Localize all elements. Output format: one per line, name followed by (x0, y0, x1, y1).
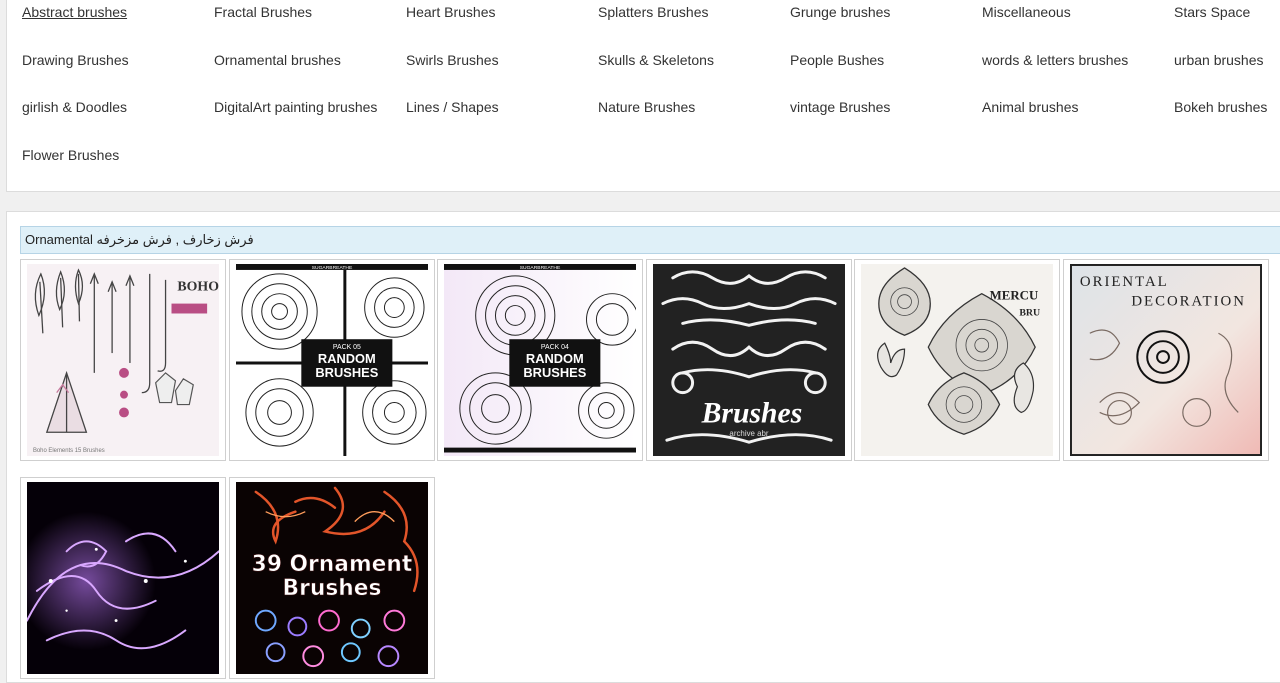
pack04-random: RANDOM (526, 351, 584, 366)
thumbnail-mercury-brushes[interactable]: MERCU BRU (854, 259, 1060, 461)
boho-title: BOHO (177, 279, 219, 294)
mercury-artwork: MERCU BRU (877, 267, 1040, 435)
category-link-nature[interactable]: Nature Brushes (598, 91, 790, 139)
oriental-title: ORIENTAL (1080, 274, 1169, 290)
thumbnail-oriental-decoration[interactable]: ORIENTAL DECORATION (1063, 259, 1269, 461)
category-link-animal[interactable]: Animal brushes (982, 91, 1174, 139)
oriental-decoration-artwork: ORIENTAL DECORATION (1070, 264, 1262, 456)
category-link-heart[interactable]: Heart Brushes (406, 0, 598, 44)
category-link-urban[interactable]: urban brushes (1174, 44, 1280, 92)
category-link-grunge[interactable]: Grunge brushes (790, 0, 982, 44)
category-link-miscellaneous[interactable]: Miscellaneous (982, 0, 1174, 44)
categories-panel: Abstract brushes Fractal Brushes Heart B… (6, 0, 1280, 192)
random-brushes-05-artwork: SUGARBREATHE PACK 05 RANDOM BRUSHES (236, 264, 428, 456)
ornament-brushes-title: Brushes (283, 576, 382, 601)
thumbnail-image: ORIENTAL DECORATION (1070, 264, 1262, 456)
vintage-brushes-title: Brushes (701, 397, 803, 429)
thumbnail-image: 39 Ornament Brushes (236, 482, 428, 674)
category-link-fractal[interactable]: Fractal Brushes (214, 0, 406, 44)
category-link-words-letters[interactable]: words & letters brushes (982, 44, 1174, 92)
section-title: Ornamental فرش زخارف , فرش مزخرفه (20, 226, 1280, 254)
category-link-digitalart[interactable]: DigitalArt painting brushes (214, 91, 406, 139)
pack05-random: RANDOM (318, 351, 376, 366)
category-link-flower[interactable]: Flower Brushes (22, 139, 214, 187)
mercury-title: MERCU (990, 289, 1039, 303)
category-link-drawing[interactable]: Drawing Brushes (22, 44, 214, 92)
boho-caption: Boho Elements 15 Brushes (33, 448, 105, 454)
vintage-archive-label: archive abr (729, 429, 768, 438)
thumbnail-random-brushes-pack-04[interactable]: SUGARBREATHE PACK 04 RANDOM BRUSHES (437, 259, 643, 461)
category-link-skulls[interactable]: Skulls & Skeletons (598, 44, 790, 92)
category-link-ornamental[interactable]: Ornamental brushes (214, 44, 406, 92)
thumbnail-image: Brushes archive abr (653, 264, 845, 456)
category-link-swirls[interactable]: Swirls Brushes (406, 44, 598, 92)
mercury-subtitle: BRU (1019, 307, 1040, 318)
thumbnail-image: MERCU BRU (861, 264, 1053, 456)
random-brushes-04-artwork: SUGARBREATHE PACK 04 RANDOM BRUSHES (444, 264, 636, 453)
purple-swirls-artwork (27, 511, 219, 651)
category-links: Abstract brushes Fractal Brushes Heart B… (22, 0, 1280, 187)
category-link-people[interactable]: People Bushes (790, 44, 982, 92)
boho-artwork: BOHO Boho Elements 15 Brushes (33, 268, 219, 454)
category-link-lines-shapes[interactable]: Lines / Shapes (406, 91, 598, 139)
ornament-39-artwork: 39 Ornament Brushes (251, 486, 419, 668)
thumbnail-image: SUGARBREATHE PACK 05 RANDOM BRUSHES (236, 264, 428, 456)
thumbnail-random-brushes-pack-05[interactable]: SUGARBREATHE PACK 05 RANDOM BRUSHES (229, 259, 435, 461)
thumbnail-image: BOHO Boho Elements 15 Brushes (27, 264, 219, 456)
category-link-vintage[interactable]: vintage Brushes (790, 91, 982, 139)
thumbnail-vintage-ornament-brushes[interactable]: Brushes archive abr (646, 259, 852, 461)
category-link-stars-space[interactable]: Stars Space (1174, 0, 1280, 44)
pack05-header: SUGARBREATHE (312, 265, 353, 271)
thumbnail-boho-elements[interactable]: BOHO Boho Elements 15 Brushes (20, 259, 226, 461)
thumbnail-purple-swirls[interactable] (20, 477, 226, 679)
category-link-splatters[interactable]: Splatters Brushes (598, 0, 790, 44)
thumbnail-image: SUGARBREATHE PACK 04 RANDOM BRUSHES (444, 264, 636, 456)
thumbnail-image (27, 482, 219, 674)
pack05-brushes: BRUSHES (315, 365, 378, 380)
ornament-count-title: 39 Ornament (252, 552, 413, 577)
pack04-header: SUGARBREATHE (520, 265, 561, 271)
decoration-title: DECORATION (1131, 294, 1246, 310)
category-link-bokeh[interactable]: Bokeh brushes (1174, 91, 1280, 139)
category-link-abstract[interactable]: Abstract brushes (22, 0, 214, 44)
category-link-girlish-doodles[interactable]: girlish & Doodles (22, 91, 214, 139)
vintage-ornaments-artwork: Brushes archive abr (661, 270, 837, 444)
pack04-brushes: BRUSHES (523, 365, 586, 380)
thumbnail-39-ornament-brushes[interactable]: 39 Ornament Brushes (229, 477, 435, 679)
